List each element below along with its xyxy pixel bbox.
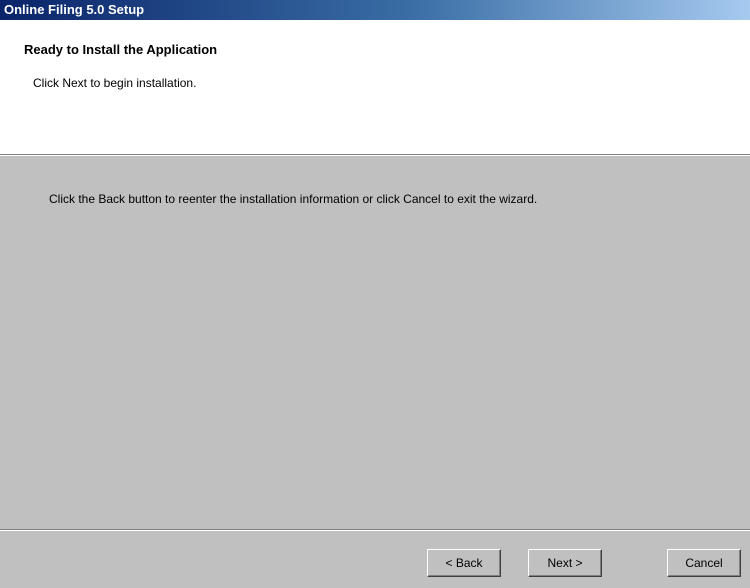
page-subtext: Click Next to begin installation. <box>33 76 197 90</box>
footer-divider <box>0 529 750 531</box>
header-panel: Ready to Install the Application Click N… <box>0 20 750 154</box>
back-button[interactable]: < Back <box>427 549 501 577</box>
cancel-button[interactable]: Cancel <box>667 549 741 577</box>
page-heading: Ready to Install the Application <box>24 42 218 57</box>
instruction-text: Click the Back button to reenter the ins… <box>49 192 538 206</box>
header-divider <box>0 154 750 156</box>
title-bar[interactable]: Online Filing 5.0 Setup <box>0 0 750 20</box>
window-title: Online Filing 5.0 Setup <box>4 2 145 17</box>
next-button[interactable]: Next > <box>528 549 602 577</box>
